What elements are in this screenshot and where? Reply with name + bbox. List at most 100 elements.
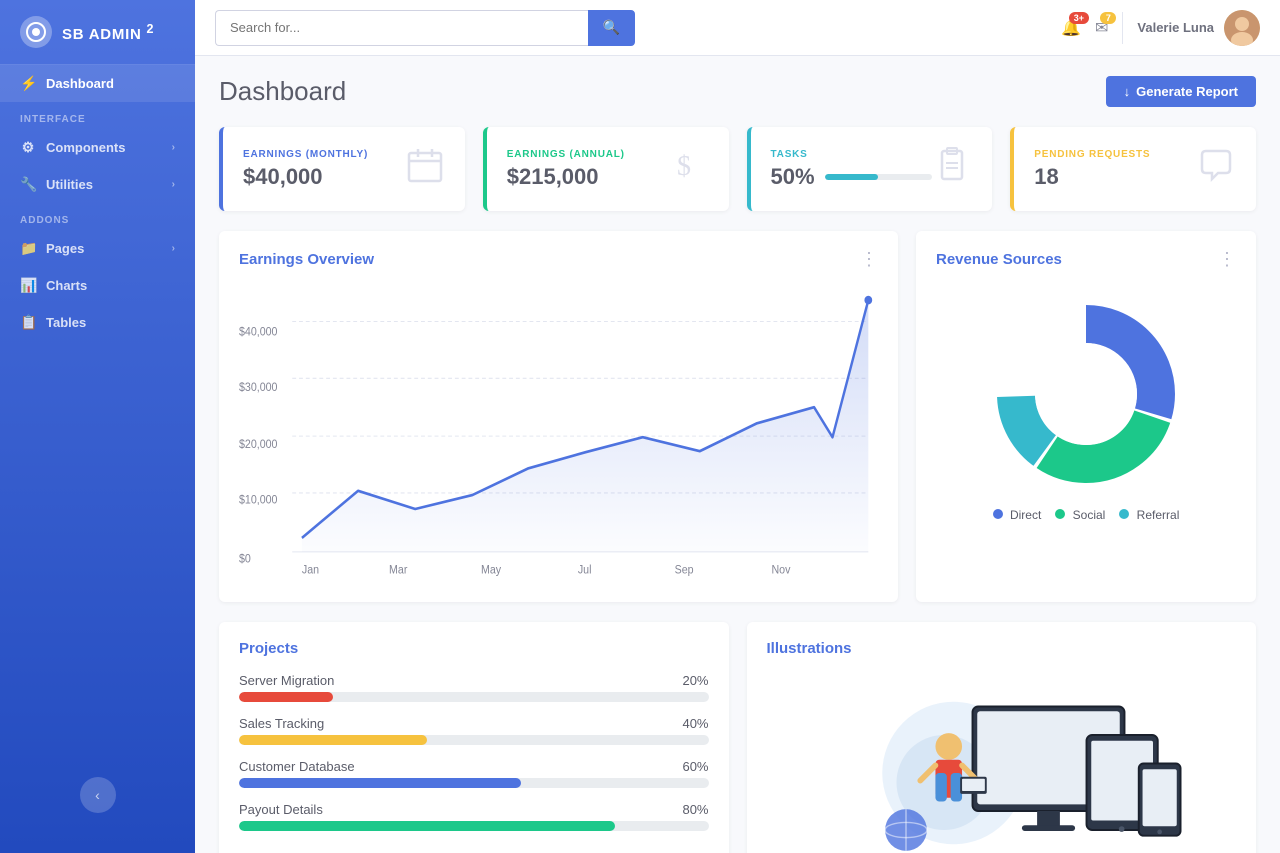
tasks-progress-fill <box>825 174 879 180</box>
pending-value: 18 <box>1034 164 1196 190</box>
earnings-annual-label: EARNINGS (ANNUAL) <box>507 149 669 160</box>
sidebar-item-pages[interactable]: 📁 Pages › <box>0 230 195 267</box>
generate-report-button[interactable]: ↓ Generate Report <box>1106 76 1256 107</box>
legend-dot-direct <box>993 509 1003 519</box>
svg-text:Sep: Sep <box>675 564 694 577</box>
illustrations-title: Illustrations <box>767 640 1237 657</box>
earnings-menu-button[interactable]: ⋮ <box>860 249 878 270</box>
svg-text:Mar: Mar <box>389 564 408 577</box>
projects-card: Projects Server Migration 20% Sales Trac… <box>219 622 729 853</box>
tasks-progress: 50% <box>771 164 933 190</box>
dollar-icon: $ <box>669 145 709 193</box>
brand-logo <box>20 16 52 48</box>
charts-row: Earnings Overview ⋮ $0 $10,000 $20,000 $… <box>219 231 1256 602</box>
search-form: 🔍 <box>215 10 635 46</box>
project-name-payout: Payout Details <box>239 802 323 817</box>
main-content: 🔍 🔔 3+ ✉ 7 Valerie Luna <box>195 0 1280 853</box>
stat-card-tasks: TASKS 50% <box>747 127 993 211</box>
search-input[interactable] <box>215 10 588 46</box>
sidebar-pages-label: Pages <box>46 241 84 256</box>
project-progress-bg-customer <box>239 778 709 788</box>
project-progress-bg-payout <box>239 821 709 831</box>
project-percent-sales: 40% <box>682 716 708 731</box>
chart-bar-icon: 📊 <box>20 277 36 294</box>
project-row-customer-db: Customer Database 60% <box>239 759 709 788</box>
revenue-sources-header: Revenue Sources ⋮ <box>936 249 1236 270</box>
legend-dot-social <box>1055 509 1065 519</box>
sidebar-item-charts[interactable]: 📊 Charts <box>0 267 195 304</box>
donut-chart: Direct Social Referral <box>936 284 1236 532</box>
calendar-icon <box>405 145 445 193</box>
projects-title: Projects <box>239 640 709 657</box>
stat-card-earnings-monthly: EARNINGS (MONTHLY) $40,000 <box>219 127 465 211</box>
project-percent-customer: 60% <box>682 759 708 774</box>
svg-text:$20,000: $20,000 <box>239 438 277 451</box>
svg-text:$0: $0 <box>239 553 251 566</box>
revenue-menu-button[interactable]: ⋮ <box>1218 249 1236 270</box>
sidebar-section-addons: ADDONS <box>0 203 195 230</box>
project-progress-fill-server <box>239 692 333 702</box>
user-name: Valerie Luna <box>1137 20 1214 35</box>
generate-report-label: Generate Report <box>1136 84 1238 99</box>
alerts-button[interactable]: 🔔 3+ <box>1061 18 1081 38</box>
svg-text:$10,000: $10,000 <box>239 494 277 507</box>
sidebar-tables-label: Tables <box>46 315 86 330</box>
earnings-annual-value: $215,000 <box>507 164 669 190</box>
sidebar: SB ADMIN 2 ⚡ Dashboard INTERFACE ⚙ Compo… <box>0 0 195 853</box>
illustration-area <box>767 673 1237 853</box>
chevron-right-icon-2: › <box>172 179 175 190</box>
sidebar-item-components[interactable]: ⚙ Components › <box>0 129 195 166</box>
user-menu[interactable]: Valerie Luna <box>1137 10 1260 46</box>
chevron-right-icon-3: › <box>172 243 175 254</box>
cog-icon: ⚙ <box>20 139 36 156</box>
project-progress-bg-server <box>239 692 709 702</box>
revenue-sources-title: Revenue Sources <box>936 251 1062 268</box>
legend-referral: Referral <box>1119 508 1179 522</box>
svg-text:Nov: Nov <box>772 564 791 577</box>
wrench-icon: 🔧 <box>20 176 36 193</box>
collapse-icon: ‹ <box>95 787 100 803</box>
svg-text:$: $ <box>677 151 691 182</box>
earnings-overview-title: Earnings Overview <box>239 251 374 268</box>
folder-icon: 📁 <box>20 240 36 257</box>
sidebar-components-label: Components <box>46 140 125 155</box>
tachometer-icon: ⚡ <box>20 75 36 92</box>
svg-text:Jan: Jan <box>302 564 319 577</box>
messages-badge: 7 <box>1100 12 1116 24</box>
sidebar-item-dashboard[interactable]: ⚡ Dashboard <box>0 65 195 102</box>
project-percent-payout: 80% <box>682 802 708 817</box>
sidebar-item-utilities[interactable]: 🔧 Utilities › <box>0 166 195 203</box>
page-content: Dashboard ↓ Generate Report EARNINGS (MO… <box>195 56 1280 853</box>
project-name-customer: Customer Database <box>239 759 355 774</box>
sidebar-collapse-button[interactable]: ‹ <box>80 777 116 813</box>
project-name-sales: Sales Tracking <box>239 716 324 731</box>
legend-direct: Direct <box>993 508 1042 522</box>
stat-cards-container: EARNINGS (MONTHLY) $40,000 EARNINGS (ANN… <box>219 127 1256 211</box>
sidebar-item-tables[interactable]: 📋 Tables <box>0 304 195 341</box>
search-button[interactable]: 🔍 <box>588 10 635 46</box>
sidebar-charts-label: Charts <box>46 278 87 293</box>
messages-button[interactable]: ✉ 7 <box>1095 18 1108 38</box>
svg-text:$30,000: $30,000 <box>239 382 277 395</box>
donut-legend: Direct Social Referral <box>993 508 1180 522</box>
topbar-right: 🔔 3+ ✉ 7 Valerie Luna <box>1061 10 1260 46</box>
page-header: Dashboard ↓ Generate Report <box>219 76 1256 107</box>
table-icon: 📋 <box>20 314 36 331</box>
line-chart: $0 $10,000 $20,000 $30,000 $40,000 Jan <box>239 284 878 584</box>
earnings-overview-card: Earnings Overview ⋮ $0 $10,000 $20,000 $… <box>219 231 898 602</box>
svg-text:May: May <box>481 564 501 577</box>
project-percent-server: 20% <box>682 673 708 688</box>
project-progress-fill-customer <box>239 778 521 788</box>
chevron-right-icon: › <box>172 142 175 153</box>
sidebar-brand[interactable]: SB ADMIN 2 <box>0 0 195 65</box>
comments-icon <box>1196 145 1236 193</box>
project-progress-fill-sales <box>239 735 427 745</box>
sidebar-utilities-label: Utilities <box>46 177 93 192</box>
sidebar-dashboard-label: Dashboard <box>46 76 114 91</box>
earnings-overview-header: Earnings Overview ⋮ <box>239 249 878 270</box>
project-name-server: Server Migration <box>239 673 334 688</box>
tasks-progress-bar <box>825 174 933 180</box>
project-row-sales-tracking: Sales Tracking 40% <box>239 716 709 745</box>
project-row-payout: Payout Details 80% <box>239 802 709 831</box>
project-progress-bg-sales <box>239 735 709 745</box>
